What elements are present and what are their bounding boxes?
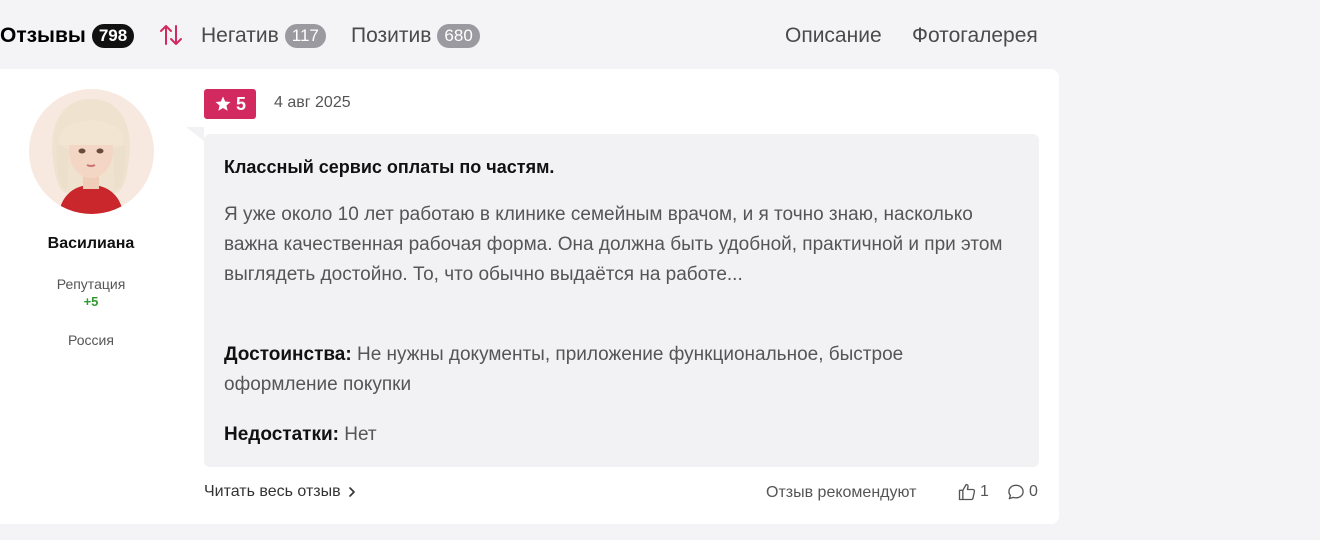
chevron-right-icon: [348, 487, 355, 497]
reputation-label: Репутация: [56, 276, 126, 292]
thumbs-up-icon: [958, 483, 976, 501]
tab-reviews-count: 798: [91, 24, 135, 48]
tab-description-label: Описание: [785, 24, 882, 47]
review-content: Классный сервис оплаты по частям. Я уже …: [204, 134, 1039, 467]
read-full-review-link[interactable]: Читать весь отзыв: [204, 483, 356, 501]
tab-positive-label: Позитив: [351, 24, 432, 47]
recommend-label: Отзыв рекомендуют: [766, 484, 917, 501]
tab-negative-label: Негатив: [201, 24, 279, 47]
author-country: Россия: [68, 332, 114, 348]
tab-reviews[interactable]: Отзывы 798: [0, 22, 135, 50]
read-full-review-label: Читать весь отзыв: [204, 483, 341, 500]
tab-gallery[interactable]: Фотогалерея: [912, 22, 1038, 50]
reputation-value: +5: [83, 294, 99, 309]
review-title: Классный сервис оплаты по частям.: [224, 157, 555, 177]
comments-button[interactable]: 0: [1006, 482, 1038, 502]
cons-label: Недостатки:: [224, 424, 339, 445]
author-name[interactable]: Василиана: [0, 235, 182, 253]
review-pros: Достоинства: Не нужны документы, приложе…: [224, 340, 1014, 400]
pros-label: Достоинства:: [224, 344, 352, 365]
sort-button[interactable]: [158, 22, 184, 48]
review-body: Я уже около 10 лет работаю в клинике сем…: [224, 204, 1003, 285]
avatar-image: [29, 89, 154, 214]
sort-arrows-icon: [160, 25, 182, 45]
comments-count: 0: [1029, 483, 1038, 500]
tab-positive-count: 680: [437, 24, 480, 48]
tab-gallery-label: Фотогалерея: [912, 24, 1038, 47]
tab-positive[interactable]: Позитив 680: [351, 22, 480, 50]
tab-reviews-label: Отзывы: [0, 24, 86, 47]
reviews-page: Отзывы 798 Негатив 117 Позитив 680 Описа…: [0, 0, 1320, 540]
rating-badge: 5: [204, 89, 256, 119]
rating-value: 5: [235, 93, 246, 114]
star-icon: [215, 96, 231, 111]
avatar[interactable]: [29, 89, 154, 214]
reviews-tabs: Отзывы 798 Негатив 117 Позитив 680 Описа…: [0, 0, 1060, 68]
tab-description[interactable]: Описание: [785, 22, 882, 50]
tab-negative-count: 117: [284, 24, 326, 48]
review-cons: Недостатки: Нет: [224, 420, 1014, 450]
comment-icon: [1008, 484, 1024, 500]
cons-text: Нет: [344, 424, 377, 445]
bubble-pointer: [186, 127, 204, 141]
review-card: Василиана Репутация +5 Россия 5 4 авг 20…: [0, 69, 1059, 524]
likes-count: 1: [980, 483, 989, 500]
tab-negative[interactable]: Негатив 117: [201, 22, 326, 50]
like-button[interactable]: 1: [957, 482, 989, 502]
review-date: 4 авг 2025: [274, 94, 351, 111]
